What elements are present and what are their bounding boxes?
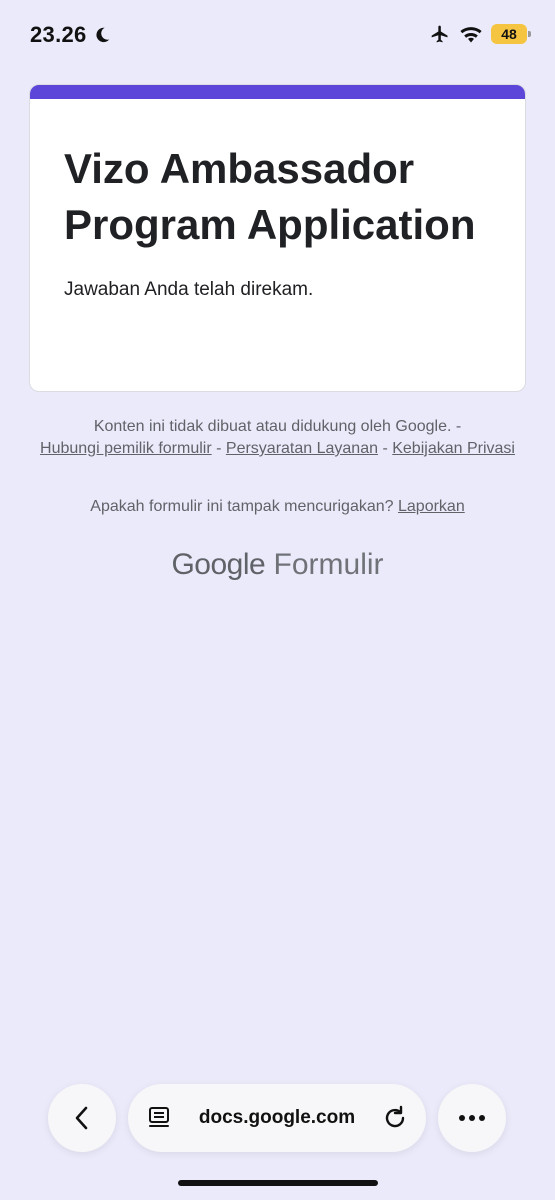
- form-title: Vizo Ambassador Program Application: [64, 145, 476, 248]
- google-forms-logo[interactable]: Google Formulir: [0, 548, 555, 582]
- disclaimer-text: Konten ini tidak dibuat atau didukung ol…: [93, 418, 462, 435]
- terms-link[interactable]: Persyaratan Layanan: [226, 440, 378, 457]
- address-bar[interactable]: docs.google.com: [128, 1084, 426, 1152]
- page-icon: [149, 1107, 169, 1127]
- back-button[interactable]: [48, 1084, 116, 1152]
- status-time: 23.26: [30, 22, 111, 48]
- more-button[interactable]: [438, 1084, 506, 1152]
- report-link[interactable]: Laporkan: [398, 498, 465, 515]
- airplane-icon: [431, 25, 448, 43]
- back-icon: [75, 1106, 88, 1130]
- privacy-link[interactable]: Kebijakan Privasi: [392, 440, 515, 457]
- logo-google-text: Google: [171, 548, 266, 581]
- separator: -: [382, 440, 388, 457]
- separator: -: [216, 440, 222, 457]
- report-question: Apakah formulir ini tampak mencurigakan?: [90, 498, 394, 515]
- url-text: docs.google.com: [198, 1107, 356, 1128]
- more-icon: [459, 1115, 485, 1121]
- contact-owner-link[interactable]: Hubungi pemilik formulir: [40, 440, 212, 457]
- status-bar: 23.26 48: [0, 0, 555, 70]
- report-line: Apakah formulir ini tampak mencurigakan?…: [40, 498, 515, 516]
- home-indicator[interactable]: [178, 1180, 378, 1186]
- moon-icon: [96, 27, 109, 43]
- form-card: Vizo Ambassador Program Application Jawa…: [29, 84, 526, 392]
- time-text: 23.26: [30, 22, 87, 47]
- battery-level: 48: [501, 26, 517, 42]
- footer-disclaimer: Konten ini tidak dibuat atau didukung ol…: [40, 416, 515, 460]
- confirmation-message: Jawaban Anda telah direkam.: [64, 279, 314, 300]
- status-icons: 48: [429, 24, 531, 44]
- wifi-icon: [460, 27, 482, 43]
- reload-icon[interactable]: [382, 1105, 408, 1131]
- browser-toolbar: docs.google.com: [0, 1082, 555, 1152]
- card-accent-bar: [30, 85, 525, 99]
- battery-icon: 48: [491, 24, 531, 44]
- logo-product-text: Formulir: [273, 548, 384, 581]
